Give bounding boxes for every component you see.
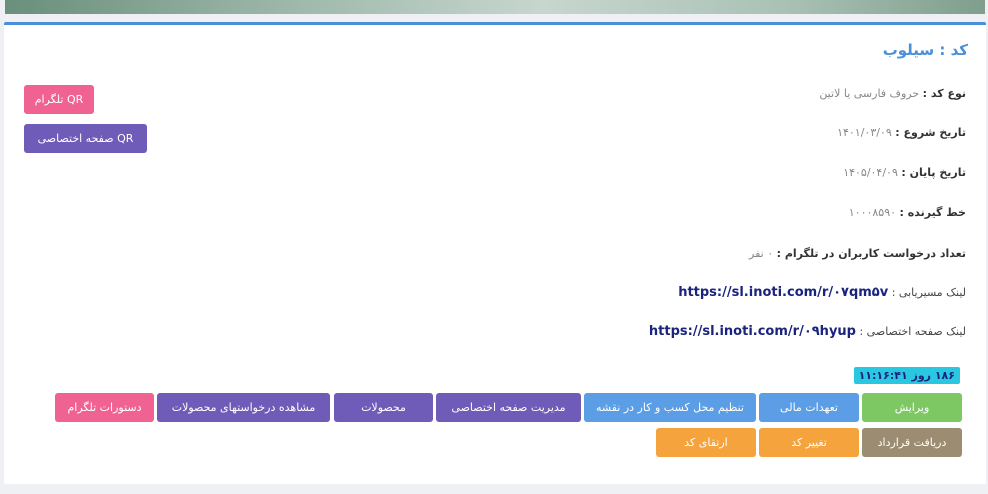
code-type-label: نوع کد : xyxy=(922,87,966,100)
edit-button[interactable]: ویرایش xyxy=(862,393,962,422)
code-details-card: کد : سیلوب نوع کد : حروف فارسی یا لاتین … xyxy=(4,22,986,484)
page-link-label: لینک صفحه اختصاصی : xyxy=(859,325,966,338)
upgrade-code-button[interactable]: ارتقای کد xyxy=(656,428,756,457)
code-type-row: نوع کد : حروف فارسی یا لاتین xyxy=(819,87,966,100)
receiver-line-row: خط گیرنده : ۱۰۰۰۸۵۹۰ xyxy=(849,206,966,219)
page-title: کد : سیلوب xyxy=(882,41,968,59)
route-link[interactable]: https://sl.inoti.com/r/۰۷qm۵v xyxy=(678,285,888,300)
route-link-label: لینک مسیریابی : xyxy=(891,286,966,299)
product-requests-button[interactable]: مشاهده درخواستهای محصولات xyxy=(157,393,330,422)
start-date-label: تاریخ شروع : xyxy=(895,126,966,139)
start-date-value: ۱۴۰۱/۰۳/۰۹ xyxy=(837,126,892,139)
route-link-row: لینک مسیریابی : https://sl.inoti.com/r/۰… xyxy=(678,285,966,300)
financial-commitments-button[interactable]: تعهدات مالی xyxy=(759,393,859,422)
page-link-row: لینک صفحه اختصاصی : https://sl.inoti.com… xyxy=(649,324,966,339)
manage-private-page-button[interactable]: مدیریت صفحه اختصاصی xyxy=(436,393,581,422)
telegram-commands-button[interactable]: دستورات تلگرام xyxy=(55,393,154,422)
receiver-line-value: ۱۰۰۰۸۵۹۰ xyxy=(848,206,897,219)
end-date-value: ۱۴۰۵/۰۴/۰۹ xyxy=(843,166,898,179)
change-code-button[interactable]: تغییر کد xyxy=(759,428,859,457)
end-date-row: تاریخ پایان : ۱۴۰۵/۰۴/۰۹ xyxy=(843,166,966,179)
qr-telegram-button[interactable]: QR تلگرام xyxy=(24,85,94,114)
header-image xyxy=(5,0,985,14)
receiver-line-label: خط گیرنده : xyxy=(899,206,966,219)
get-contract-button[interactable]: دریافت قرارداد xyxy=(862,428,962,457)
map-location-button[interactable]: تنظیم محل کسب و کار در نقشه xyxy=(584,393,756,422)
code-type-value: حروف فارسی یا لاتین xyxy=(819,87,920,100)
page-link[interactable]: https://sl.inoti.com/r/۰۹hyup xyxy=(649,324,856,339)
products-button[interactable]: محصولات xyxy=(334,393,433,422)
telegram-requests-value: ۰ نفر xyxy=(749,247,774,260)
telegram-requests-label: تعداد درخواست کاربران در تلگرام : xyxy=(776,247,966,260)
end-date-label: تاریخ پایان : xyxy=(901,166,966,179)
qr-private-page-button[interactable]: QR صفحه اختصاصی xyxy=(24,124,147,153)
start-date-row: تاریخ شروع : ۱۴۰۱/۰۳/۰۹ xyxy=(837,126,966,139)
telegram-requests-row: تعداد درخواست کاربران در تلگرام : ۰ نفر xyxy=(749,247,966,260)
remaining-time-badge: ۱۸۶ روز ۱۱:۱۶:۴۱ xyxy=(853,367,960,384)
